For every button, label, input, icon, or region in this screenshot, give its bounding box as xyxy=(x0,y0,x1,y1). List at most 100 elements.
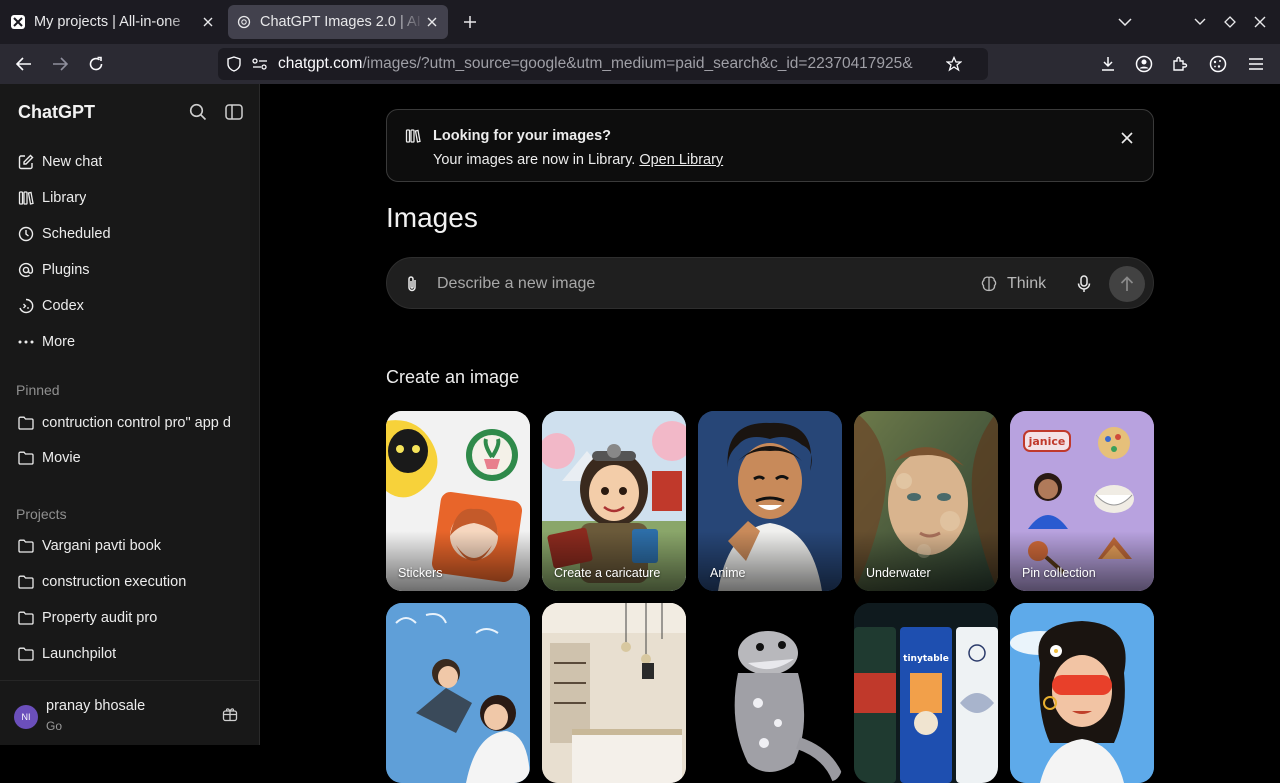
close-icon[interactable] xyxy=(1117,128,1137,148)
send-button[interactable] xyxy=(1109,266,1145,302)
url-path: /images/?utm_source=google&utm_medium=pa… xyxy=(362,55,913,72)
sidebar-item-label: More xyxy=(42,334,76,350)
folder-icon xyxy=(16,572,36,592)
folder-icon xyxy=(16,413,36,433)
style-card-caricature[interactable]: Create a caricature xyxy=(542,411,686,591)
account-icon[interactable] xyxy=(1132,52,1156,76)
site-permissions-icon[interactable] xyxy=(250,54,270,74)
sidebar-item-label: Property audit pro xyxy=(42,610,158,626)
bookmark-star-icon[interactable] xyxy=(944,54,964,74)
sidebar-item-scheduled[interactable]: Scheduled xyxy=(16,219,246,249)
reload-icon[interactable] xyxy=(84,52,108,76)
project-item[interactable]: Property audit pro xyxy=(16,603,246,633)
avatar[interactable]: NI xyxy=(14,705,38,729)
open-library-link[interactable]: Open Library xyxy=(639,152,723,168)
sidebar-item-label: Vargani pavti book xyxy=(42,538,162,554)
pinned-item[interactable]: contruction control pro" app d xyxy=(16,408,246,438)
sidebar-toggle-icon[interactable] xyxy=(222,100,246,124)
window-close-icon[interactable] xyxy=(1248,10,1272,34)
sidebar-item-label: Library xyxy=(42,190,87,206)
openai-favicon-icon xyxy=(236,14,252,30)
user-name: pranay bhosale xyxy=(46,698,146,714)
codex-icon xyxy=(16,296,36,316)
sidebar-item-label: Scheduled xyxy=(42,226,111,242)
extensions-puzzle-icon[interactable] xyxy=(1168,52,1192,76)
main-content: Looking for your images? Your images are… xyxy=(260,84,1280,783)
sidebar-item-label: Launchpilot xyxy=(42,646,117,662)
microphone-icon[interactable] xyxy=(1073,273,1095,295)
at-icon xyxy=(16,260,36,280)
sidebar-item-codex[interactable]: Codex xyxy=(16,291,246,321)
compose-icon xyxy=(16,152,36,172)
pinned-heading: Pinned xyxy=(16,382,60,398)
style-card-underwater[interactable]: Underwater xyxy=(854,411,998,591)
menu-hamburger-icon[interactable] xyxy=(1244,52,1268,76)
svg-text:tinytable: tinytable xyxy=(903,654,949,664)
image-prompt-input[interactable] xyxy=(437,270,957,298)
style-card-pin-collection[interactable]: janice Pin collection xyxy=(1010,411,1154,591)
think-button[interactable]: Think xyxy=(979,272,1046,296)
brand-title[interactable]: ChatGPT xyxy=(18,102,95,123)
sidebar-item-new-chat[interactable]: New chat xyxy=(16,147,246,177)
url-host: chatgpt.com xyxy=(278,55,363,72)
3d-character-illustration xyxy=(1010,603,1154,783)
sidebar-item-label: Codex xyxy=(42,298,84,314)
sidebar-item-plugins[interactable]: Plugins xyxy=(16,255,246,285)
style-card[interactable] xyxy=(542,603,686,783)
project-item[interactable]: construction execution xyxy=(16,567,246,597)
card-label: Create a caricature xyxy=(554,566,661,580)
card-gradient xyxy=(542,531,686,591)
arrow-up-icon xyxy=(1120,276,1134,291)
page-title: Images xyxy=(386,202,478,233)
chrome-dinosaur-illustration xyxy=(698,603,842,783)
svg-text:janice: janice xyxy=(1028,435,1066,448)
doodle-photo-illustration xyxy=(386,603,530,783)
pinned-item[interactable]: Movie xyxy=(16,443,246,473)
interior-photo xyxy=(542,603,686,783)
tab-close-icon[interactable] xyxy=(424,14,440,30)
address-bar[interactable]: chatgpt.com/images/?utm_source=google&ut… xyxy=(218,48,988,80)
tab-title: ChatGPT Images 2.0 | AI xyxy=(260,14,421,30)
back-arrow-icon[interactable] xyxy=(12,52,36,76)
minimize-chevron-icon[interactable] xyxy=(1188,10,1212,34)
maximize-diamond-icon[interactable] xyxy=(1218,10,1242,34)
style-card[interactable] xyxy=(1010,603,1154,783)
style-card[interactable] xyxy=(386,603,530,783)
search-icon[interactable] xyxy=(186,100,210,124)
brain-icon xyxy=(979,274,999,294)
project-item[interactable]: Launchpilot xyxy=(16,639,246,669)
gift-icon[interactable] xyxy=(220,704,240,724)
project-item[interactable]: Vargani pavti book xyxy=(16,531,246,561)
tab-close-icon[interactable] xyxy=(200,14,216,30)
paperclip-icon[interactable] xyxy=(401,273,423,295)
library-notice-banner: Looking for your images? Your images are… xyxy=(386,109,1154,182)
user-plan: Go xyxy=(46,719,63,733)
style-card[interactable] xyxy=(698,603,842,783)
card-gradient xyxy=(854,531,998,591)
sidebar-item-more[interactable]: More xyxy=(16,327,246,357)
banner-title: Looking for your images? xyxy=(433,128,612,144)
card-gradient xyxy=(386,531,530,591)
cookie-icon[interactable] xyxy=(1206,52,1230,76)
section-title: Create an image xyxy=(386,367,520,387)
user-menu[interactable]: NI pranay bhosale Go xyxy=(0,680,259,745)
browser-tab-my-projects[interactable]: My projects | All-in-one xyxy=(2,5,224,39)
browser-tab-chatgpt-images[interactable]: ChatGPT Images 2.0 | AI xyxy=(228,5,448,39)
sidebar-item-label: contruction control pro" app d xyxy=(42,415,231,431)
browser-tab-bar: My projects | All-in-one ChatGPT Images … xyxy=(0,0,1280,44)
banner-text: Your images are now in Library. Open Lib… xyxy=(433,152,723,168)
projects-heading: Projects xyxy=(16,506,67,522)
sidebar-item-label: Movie xyxy=(42,450,81,466)
style-card-anime[interactable]: Anime xyxy=(698,411,842,591)
new-tab-plus-icon[interactable] xyxy=(458,10,482,34)
tab-list-chevron-down-icon[interactable] xyxy=(1113,10,1137,34)
sidebar-item-label: New chat xyxy=(42,154,103,170)
downloads-icon[interactable] xyxy=(1096,52,1120,76)
url-text[interactable]: chatgpt.com/images/?utm_source=google&ut… xyxy=(278,55,938,73)
forward-arrow-icon[interactable] xyxy=(48,52,72,76)
sidebar-item-library[interactable]: Library xyxy=(16,183,246,213)
style-card[interactable]: tinytable xyxy=(854,603,998,783)
banner-description: Your images are now in Library. xyxy=(433,152,636,168)
shield-icon[interactable] xyxy=(224,54,244,74)
style-card-stickers[interactable]: Stickers xyxy=(386,411,530,591)
